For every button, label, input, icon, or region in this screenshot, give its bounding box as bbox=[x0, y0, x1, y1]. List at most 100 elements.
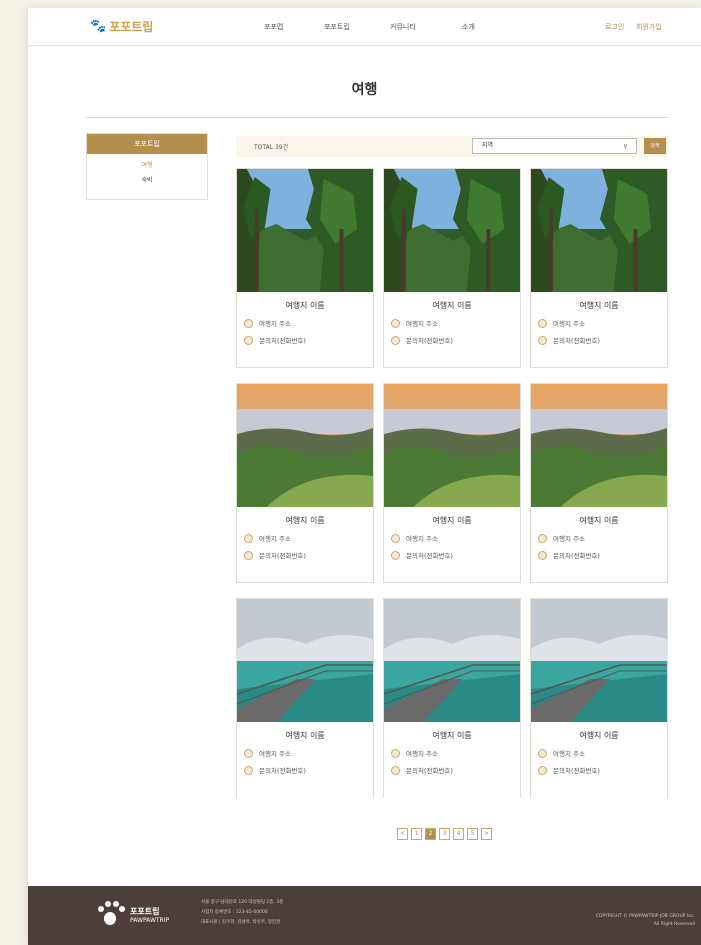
place-contact: 문의처(전화번호) bbox=[406, 337, 453, 345]
nav-trip[interactable]: 포포트립 bbox=[324, 22, 350, 32]
search-button[interactable]: 검색 bbox=[644, 138, 666, 154]
place-name: 여행지 이름 bbox=[432, 516, 472, 525]
place-contact-row: 문의처(전화번호) bbox=[244, 335, 373, 345]
place-card[interactable]: 여행지 이름 여행지 주소 문의처(전화번호) bbox=[236, 598, 374, 798]
location-icon bbox=[538, 533, 547, 543]
place-card[interactable]: 여행지 이름 여행지 주소 문의처(전화번호) bbox=[530, 598, 668, 798]
place-contact-row: 문의처(전화번호) bbox=[244, 550, 373, 560]
place-name: 여행지 이름 bbox=[432, 301, 472, 310]
place-address-row: 여행지 주소 bbox=[244, 318, 373, 328]
place-address: 여행지 주소 bbox=[553, 320, 585, 328]
page-container: 🐾 포포트립 포포맵 포포트립 커뮤니티 소개 로그인 회원가입 여행 포포트립… bbox=[28, 8, 701, 945]
location-icon bbox=[244, 748, 253, 758]
place-image-mountain bbox=[237, 384, 373, 507]
page-button-2-current[interactable]: 2 bbox=[425, 828, 436, 840]
total-count: TOTAL 39건 bbox=[254, 144, 289, 151]
footer-representatives: 대표사원 | 김우현, 김성아, 박유주, 정민경 bbox=[201, 920, 281, 925]
page-button-3[interactable]: 3 bbox=[439, 828, 450, 840]
place-name: 여행지 이름 bbox=[285, 731, 325, 740]
location-icon bbox=[538, 318, 547, 328]
footer-address: 서울 중구 남대문로 120 대일빌딩 2층, 3층 bbox=[201, 900, 284, 905]
place-card[interactable]: 여행지 이름 여행지 주소 문의처(전화번호) bbox=[530, 383, 668, 583]
login-link[interactable]: 로그인 bbox=[605, 22, 624, 32]
footer-brand-ko: 포포트립 bbox=[130, 907, 160, 916]
place-name: 여행지 이름 bbox=[579, 731, 619, 740]
location-icon bbox=[391, 748, 400, 758]
phone-icon bbox=[391, 765, 400, 775]
place-address: 여행지 주소 bbox=[259, 750, 291, 758]
phone-icon bbox=[244, 550, 253, 560]
place-address-row: 여행지 주소 bbox=[391, 533, 520, 543]
prev-page-button[interactable]: < bbox=[397, 828, 408, 840]
page-button-5[interactable]: 5 bbox=[467, 828, 478, 840]
place-name: 여행지 이름 bbox=[432, 731, 472, 740]
phone-icon bbox=[244, 765, 253, 775]
place-address: 여행지 주소 bbox=[406, 750, 438, 758]
place-address: 여행지 주소 bbox=[259, 535, 291, 543]
page-title: 여행 bbox=[351, 82, 378, 98]
footer-copyright: COPYRIGHT © PAWPAWTRIP JOB GROUP Inc. Al… bbox=[596, 913, 695, 929]
signup-link[interactable]: 회원가입 bbox=[636, 22, 662, 32]
phone-icon bbox=[538, 765, 547, 775]
place-contact-row: 문의처(전화번호) bbox=[538, 550, 667, 560]
location-icon bbox=[244, 533, 253, 543]
place-card[interactable]: 여행지 이름 여행지 주소 문의처(전화번호) bbox=[236, 168, 374, 368]
copyright-text: COPYRIGHT © PAWPAWTRIP JOB GROUP Inc. bbox=[595, 914, 695, 919]
place-image-sea bbox=[237, 599, 373, 722]
place-contact: 문의처(전화번호) bbox=[259, 552, 306, 560]
page-button-4[interactable]: 4 bbox=[453, 828, 464, 840]
next-page-button[interactable]: > bbox=[481, 828, 492, 840]
title-divider bbox=[86, 117, 669, 118]
sidebar-item-lodging[interactable]: 숙박 bbox=[87, 175, 207, 184]
place-address-row: 여행지 주소 bbox=[538, 318, 667, 328]
filter-bar: TOTAL 39건 지역 ∨ 검색 bbox=[236, 136, 669, 157]
footer-info: 서울 중구 남대문로 120 대일빌딩 2층, 3층 사업자 등록번호 : 12… bbox=[201, 898, 283, 928]
sidebar: 포포트립 여행 숙박 bbox=[86, 133, 208, 200]
rights-text: All Right Reserved bbox=[653, 922, 695, 927]
place-contact: 문의처(전화번호) bbox=[259, 337, 306, 345]
place-address-row: 여행지 주소 bbox=[391, 748, 520, 758]
place-image-forest bbox=[531, 169, 667, 292]
nav-about[interactable]: 소개 bbox=[462, 22, 475, 32]
place-image-mountain bbox=[531, 384, 667, 507]
pagination: < 1 2 3 4 5 > bbox=[397, 828, 492, 840]
phone-icon bbox=[538, 335, 547, 345]
place-card[interactable]: 여행지 이름 여행지 주소 문의처(전화번호) bbox=[383, 383, 521, 583]
place-address: 여행지 주소 bbox=[406, 535, 438, 543]
location-icon bbox=[391, 318, 400, 328]
place-contact: 문의처(전화번호) bbox=[553, 552, 600, 560]
footer-biz-number: 사업자 등록번호 : 123-45-00000 bbox=[201, 910, 268, 915]
phone-icon bbox=[538, 550, 547, 560]
place-contact-row: 문의처(전화번호) bbox=[244, 765, 373, 775]
phone-icon bbox=[391, 335, 400, 345]
logo[interactable]: 🐾 포포트립 bbox=[90, 18, 153, 35]
place-card[interactable]: 여행지 이름 여행지 주소 문의처(전화번호) bbox=[383, 598, 521, 798]
nav-community[interactable]: 커뮤니티 bbox=[390, 22, 416, 32]
place-image-forest bbox=[384, 169, 520, 292]
place-contact: 문의처(전화번호) bbox=[406, 767, 453, 775]
nav-map[interactable]: 포포맵 bbox=[264, 22, 283, 32]
place-contact: 문의처(전화번호) bbox=[553, 767, 600, 775]
place-contact: 문의처(전화번호) bbox=[553, 337, 600, 345]
place-card[interactable]: 여행지 이름 여행지 주소 문의처(전화번호) bbox=[530, 168, 668, 368]
location-icon bbox=[538, 748, 547, 758]
region-select-value: 지역 bbox=[482, 142, 494, 149]
place-contact: 문의처(전화번호) bbox=[406, 552, 453, 560]
place-contact-row: 문의처(전화번호) bbox=[391, 335, 520, 345]
sidebar-item-travel[interactable]: 여행 bbox=[87, 160, 207, 169]
footer-logo: 포포트립 PAWPAWTRIP bbox=[96, 901, 169, 929]
region-select[interactable]: 지역 ∨ bbox=[472, 138, 637, 154]
page-button-1[interactable]: 1 bbox=[411, 828, 422, 840]
paw-icon: 🐾 bbox=[90, 19, 107, 34]
place-contact: 문의처(전화번호) bbox=[259, 767, 306, 775]
place-contact-row: 문의처(전화번호) bbox=[391, 550, 520, 560]
sidebar-heading: 포포트립 bbox=[87, 134, 207, 154]
place-image-forest bbox=[237, 169, 373, 292]
place-card[interactable]: 여행지 이름 여행지 주소 문의처(전화번호) bbox=[236, 383, 374, 583]
place-name: 여행지 이름 bbox=[285, 516, 325, 525]
footer-brand: 포포트립 PAWPAWTRIP bbox=[130, 906, 169, 924]
place-card[interactable]: 여행지 이름 여행지 주소 문의처(전화번호) bbox=[383, 168, 521, 368]
place-address: 여행지 주소 bbox=[406, 320, 438, 328]
place-name: 여행지 이름 bbox=[579, 516, 619, 525]
place-contact-row: 문의처(전화번호) bbox=[538, 765, 667, 775]
